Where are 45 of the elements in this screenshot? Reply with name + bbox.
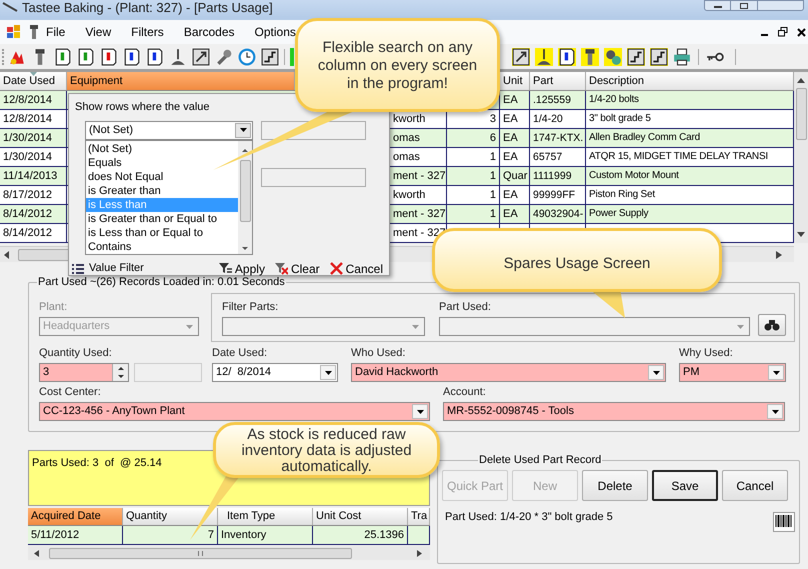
table-cell: 1/4-20 bbox=[530, 110, 586, 128]
group-title: Part Used ~(26) Records Loaded in: 0.01 Seconds bbox=[37, 275, 286, 289]
field-label: Quantity Used: bbox=[39, 346, 113, 360]
table-cell: Inventory bbox=[218, 526, 313, 544]
callout: As stock is reduced raw inventory data is adjusted automatically. bbox=[213, 422, 440, 478]
table-cell: EA bbox=[500, 205, 530, 223]
table-cell: 1 bbox=[447, 186, 500, 204]
table-cell: 49032904- bbox=[530, 205, 586, 223]
field-label: Part Used: bbox=[439, 300, 492, 314]
callout: Flexible search on any column on every screen in the program! bbox=[295, 18, 500, 112]
table-cell: 1 bbox=[447, 148, 500, 166]
field-label: Plant: bbox=[39, 300, 68, 314]
field-label: Filter Parts: bbox=[222, 300, 280, 314]
table-cell: 11/14/2013 bbox=[0, 167, 67, 185]
table-cell: 12/8/2014 bbox=[0, 91, 67, 109]
table-cell: 8/14/2012 bbox=[0, 205, 67, 223]
table-cell: 99999FF bbox=[530, 186, 586, 204]
table-cell: EA bbox=[500, 148, 530, 166]
table-cell: .125559 bbox=[530, 91, 586, 109]
table-cell: 1111999 bbox=[530, 167, 586, 185]
table-cell: Quar bbox=[500, 167, 530, 185]
table-cell: EA bbox=[500, 110, 530, 128]
table-cell: 8/14/2012 bbox=[0, 224, 67, 242]
table-cell: 25.1396 bbox=[313, 526, 408, 544]
table-cell: 1 bbox=[447, 205, 500, 223]
field-label: Who Used: bbox=[351, 346, 406, 360]
table-cell: 8/17/2012 bbox=[0, 186, 67, 204]
field-label: Account: bbox=[443, 385, 487, 399]
table-cell: EA bbox=[500, 129, 530, 147]
table-cell: 5/11/2012 bbox=[28, 526, 123, 544]
table-cell: 1/30/2014 bbox=[0, 148, 67, 166]
window-title: Tastee Baking - (Plant: 327) - [Parts Usage] bbox=[22, 0, 273, 15]
table-cell: EA bbox=[500, 186, 530, 204]
field-label: Date Used: bbox=[212, 346, 268, 360]
table-cell: 6 bbox=[447, 129, 500, 147]
table-cell: 65757 bbox=[530, 148, 586, 166]
table-cell: 12/8/2014 bbox=[0, 110, 67, 128]
field-label: Why Used: bbox=[679, 346, 734, 360]
filter-type-label: Value Filter bbox=[89, 261, 144, 276]
table-cell: 1 bbox=[447, 167, 500, 185]
part-summary: Part Used: 1/4-20 * 3" bolt grade 5 bbox=[445, 510, 613, 525]
field-label: Cost Center: bbox=[39, 385, 102, 399]
filter-prompt: Show rows where the value bbox=[75, 100, 210, 115]
table-cell: 1747-KTX. bbox=[530, 129, 586, 147]
table-cell: 1/30/2014 bbox=[0, 129, 67, 147]
